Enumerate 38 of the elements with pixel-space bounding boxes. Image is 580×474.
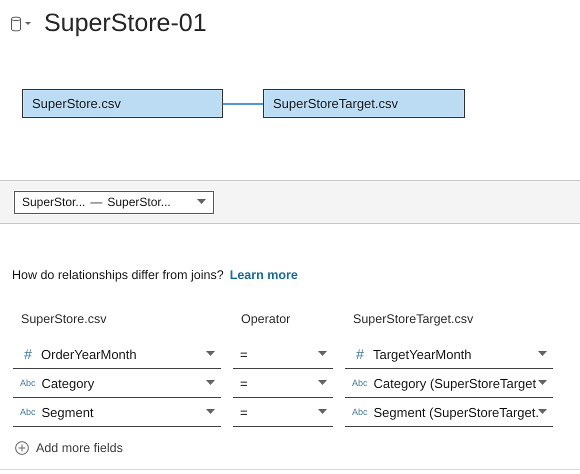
table-node[interactable]: SuperStore.csv [22, 89, 223, 118]
field-dropdown[interactable]: Abc Segment [13, 398, 221, 427]
field-dropdown[interactable]: # TargetYearMonth [345, 340, 553, 369]
field-dropdown[interactable]: # OrderYearMonth [13, 340, 221, 369]
database-icon[interactable] [10, 16, 32, 32]
operator-dropdown[interactable]: = [233, 398, 333, 427]
caret-icon [318, 351, 327, 357]
caret-icon [318, 409, 327, 415]
add-fields-button[interactable]: Add more fields [0, 427, 123, 455]
caret-icon [538, 380, 547, 386]
data-type-icon: Abc [352, 407, 368, 417]
data-type-icon: Abc [20, 378, 36, 388]
column-header: Operator [240, 312, 292, 328]
caret-icon [206, 380, 215, 386]
datasource-title: SuperStore-01 [44, 8, 207, 38]
caret-icon [197, 199, 206, 205]
operator-dropdown[interactable]: = [233, 369, 333, 398]
data-type-icon: # [22, 346, 34, 362]
relationship-dropdown[interactable]: SuperStor... — SuperStor... [14, 190, 214, 214]
caret-icon [206, 409, 215, 415]
add-icon [15, 441, 29, 455]
caret-icon [318, 380, 327, 386]
learn-more-link[interactable]: Learn more [230, 268, 298, 282]
field-dropdown[interactable]: Abc Category [13, 369, 221, 398]
caret-icon [538, 351, 547, 357]
column-header: SuperStoreTarget.csv [352, 312, 474, 328]
data-type-icon: # [354, 346, 366, 362]
caret-icon [538, 409, 547, 415]
relationship-line [223, 102, 263, 104]
data-type-icon: Abc [20, 407, 36, 417]
column-header: SuperStore.csv [20, 312, 108, 328]
field-dropdown[interactable]: Abc Segment (SuperStoreTarget. [345, 398, 553, 427]
table-node[interactable]: SuperStoreTarget.csv [263, 89, 465, 118]
caret-icon [206, 351, 215, 357]
operator-dropdown[interactable]: = [233, 340, 333, 369]
field-dropdown[interactable]: Abc Category (SuperStoreTarget [345, 369, 553, 398]
data-type-icon: Abc [352, 378, 368, 388]
help-text: How do relationships differ from joins? [12, 268, 224, 282]
